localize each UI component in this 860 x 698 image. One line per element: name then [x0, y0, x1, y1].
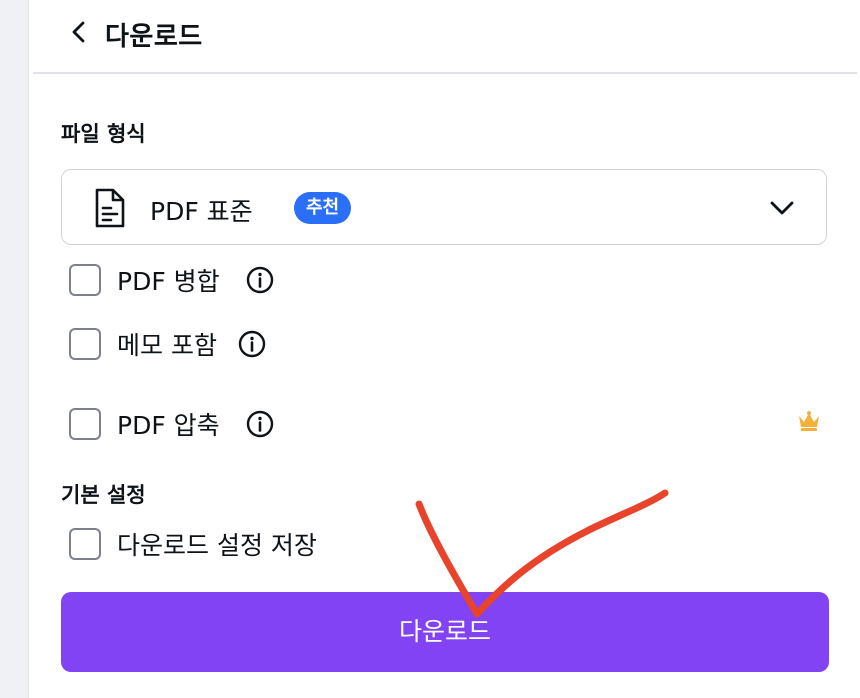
info-icon[interactable] [245, 265, 275, 295]
compress-pdf-option[interactable]: PDF 압축 [69, 408, 289, 442]
recommended-badge: 추천 [294, 192, 352, 224]
info-icon[interactable] [237, 329, 267, 359]
save-settings-checkbox[interactable] [69, 528, 101, 560]
header-divider [33, 72, 857, 74]
back-button[interactable] [61, 14, 97, 50]
include-notes-option[interactable]: 메모 포함 [69, 328, 279, 362]
compress-pdf-checkbox[interactable] [69, 408, 101, 440]
merge-pdf-label: PDF 병합 [117, 267, 220, 296]
panel-header: 다운로드 [29, 0, 857, 72]
compress-pdf-label: PDF 압축 [117, 411, 220, 440]
file-format-label: 파일 형식 [61, 122, 146, 146]
save-settings-option[interactable]: 다운로드 설정 저장 [69, 528, 349, 562]
chevron-down-icon [770, 201, 794, 215]
page-title: 다운로드 [105, 22, 203, 52]
download-panel: 다운로드 파일 형식 PDF 표준 추천 PDF 병합 메모 포함 PDF 압축… [28, 0, 860, 698]
chevron-left-icon [72, 21, 85, 43]
include-notes-label: 메모 포함 [117, 331, 217, 360]
crown-icon [799, 411, 819, 431]
file-format-dropdown[interactable]: PDF 표준 추천 [61, 169, 827, 245]
basic-settings-label: 기본 설정 [61, 483, 146, 507]
include-notes-checkbox[interactable] [69, 328, 101, 360]
download-button[interactable]: 다운로드 [61, 592, 829, 672]
save-settings-label: 다운로드 설정 저장 [117, 531, 317, 560]
file-format-value: PDF 표준 [150, 197, 253, 226]
merge-pdf-checkbox[interactable] [69, 264, 101, 296]
document-icon [95, 188, 125, 228]
merge-pdf-option[interactable]: PDF 병합 [69, 264, 289, 298]
info-icon[interactable] [245, 409, 275, 439]
